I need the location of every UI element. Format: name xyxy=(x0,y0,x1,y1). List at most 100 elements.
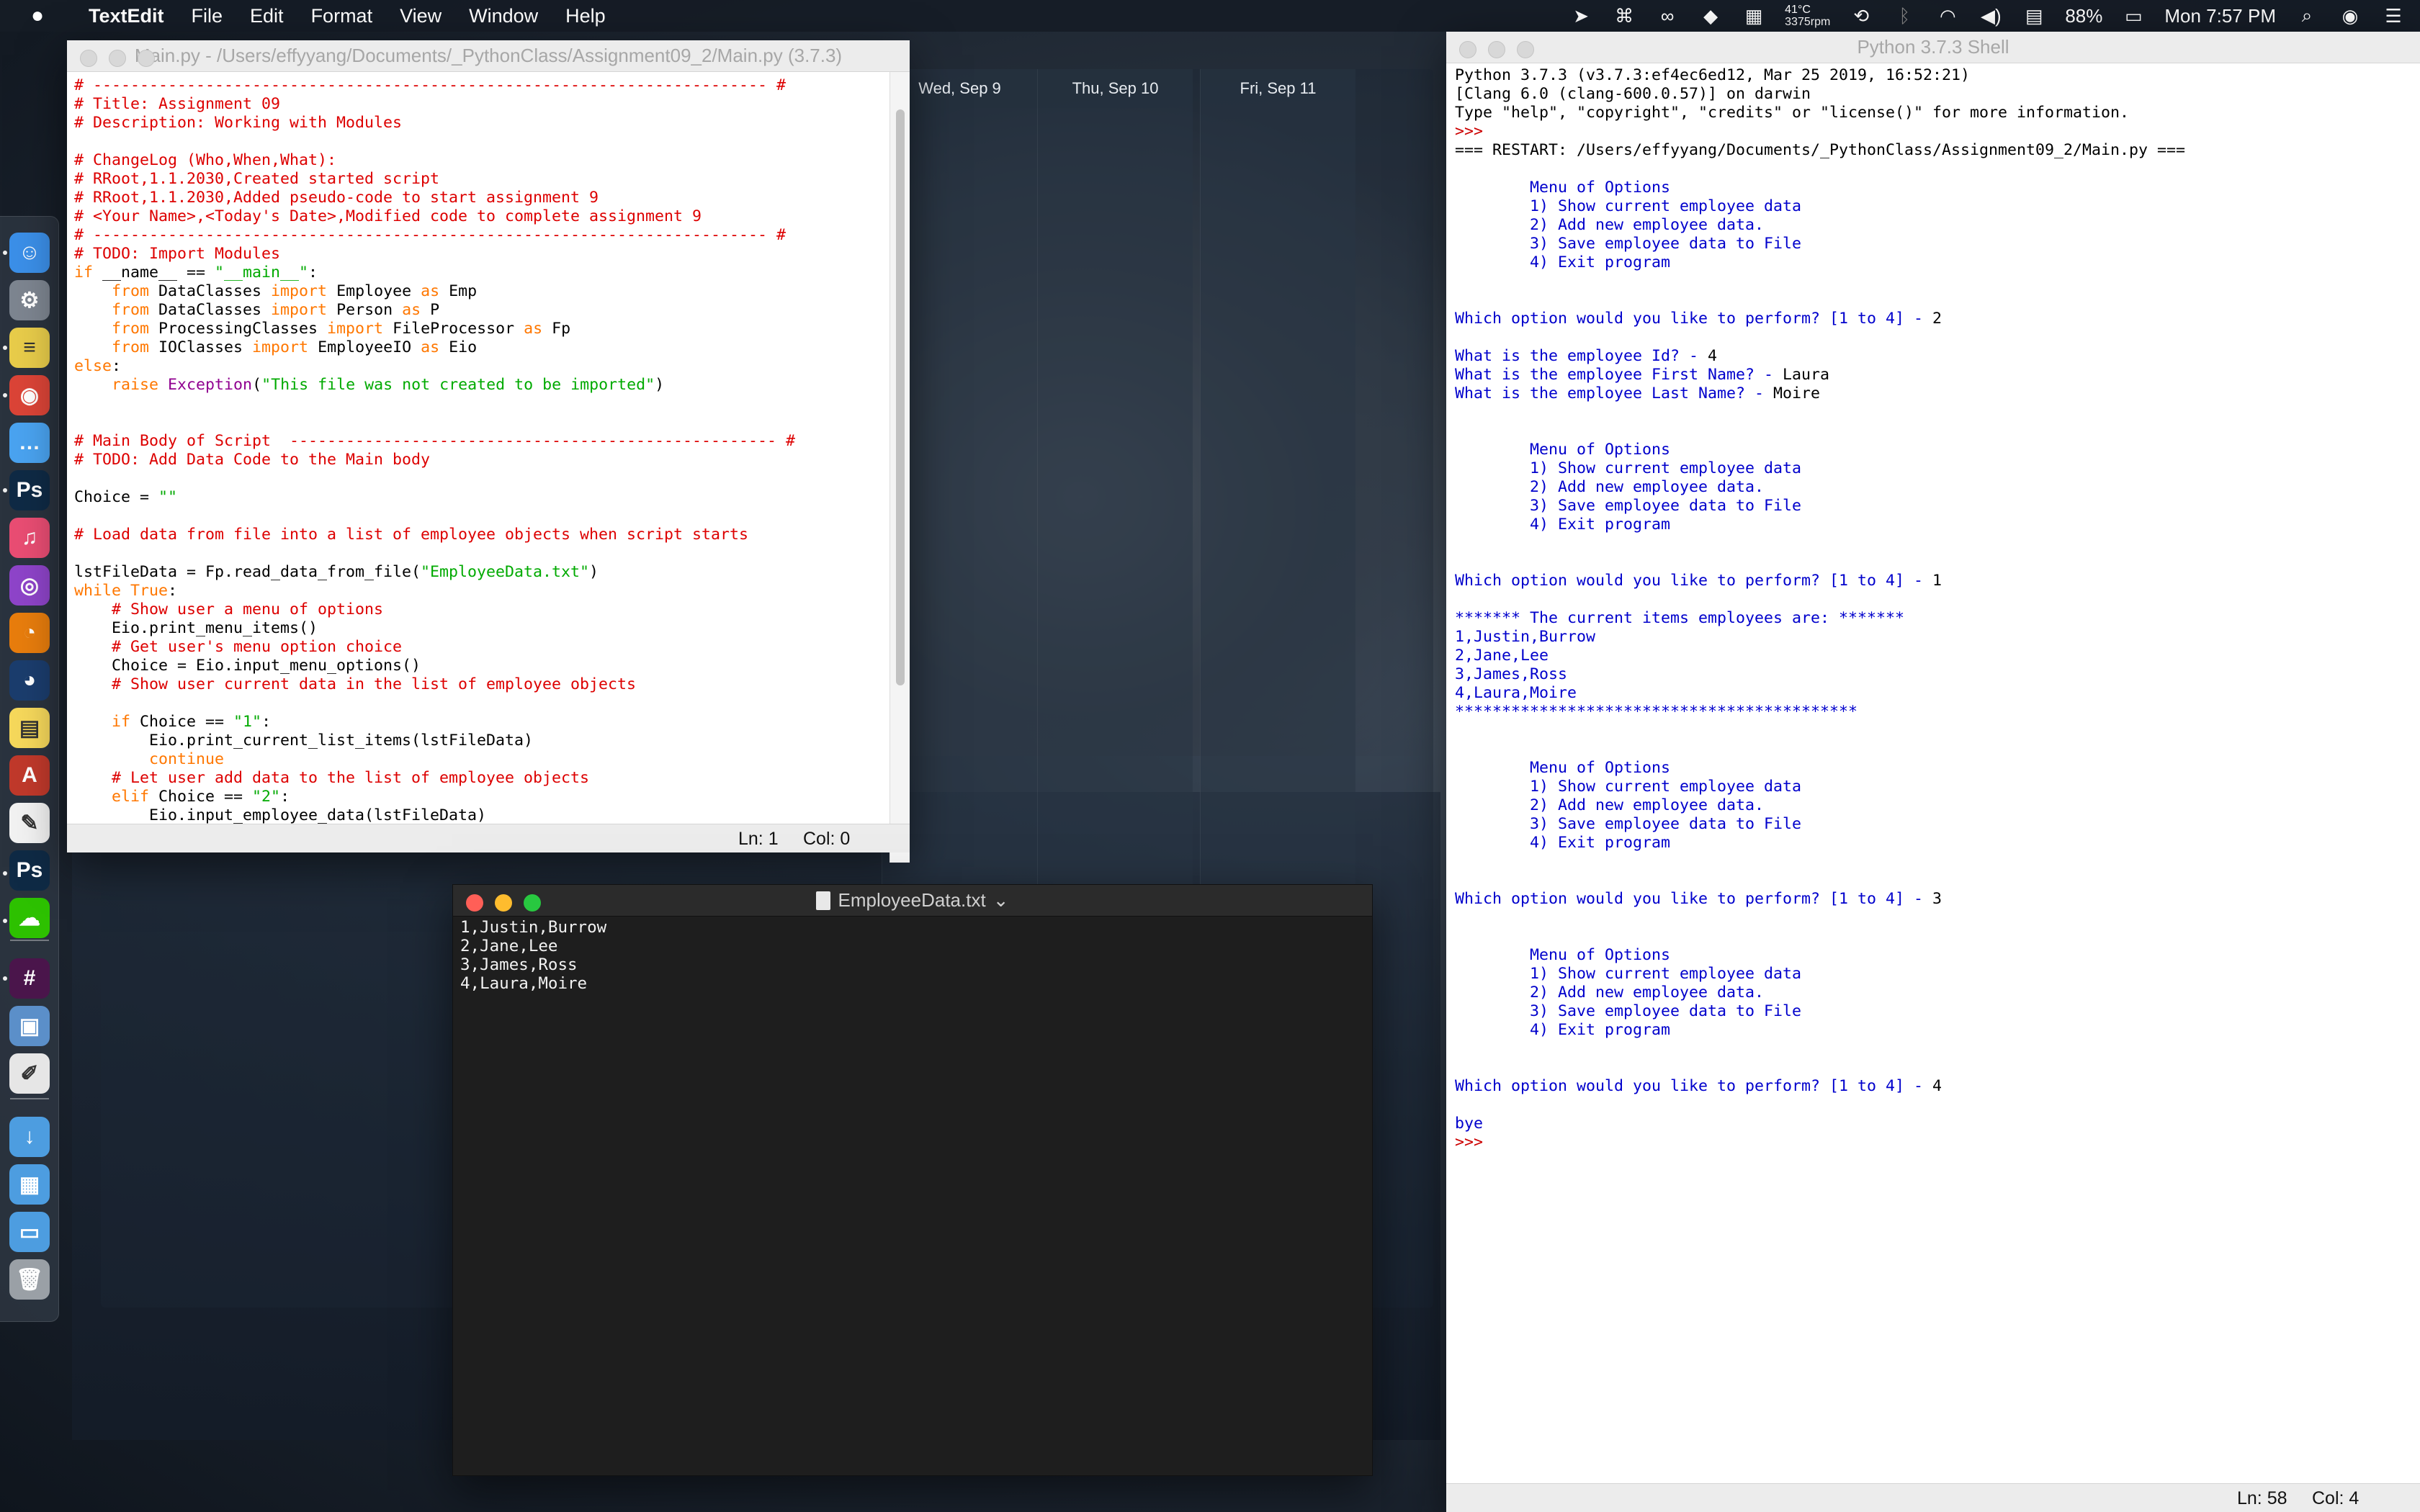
menu-help[interactable]: Help xyxy=(552,5,619,27)
vpn-icon[interactable]: ⌘ xyxy=(1612,5,1636,27)
chrome-icon[interactable]: ◉ xyxy=(9,375,50,415)
code-token: # --------------------------------------… xyxy=(74,226,786,244)
music-icon[interactable]: ♫ xyxy=(9,518,50,558)
code-token: Employee xyxy=(327,282,421,300)
blender-icon[interactable]: ◔ xyxy=(9,613,50,653)
battery-icon[interactable]: ▭ xyxy=(2121,5,2146,27)
code-editor[interactable]: # --------------------------------------… xyxy=(74,76,881,861)
editor-status-bar: Ln: 1 Col: 0 xyxy=(67,824,910,852)
dropbox-icon[interactable]: ◆ xyxy=(1698,5,1723,27)
editor-scrollbar[interactable] xyxy=(889,72,910,863)
menu-format[interactable]: Format xyxy=(297,5,387,27)
calendar-day-label: Fri, Sep 11 xyxy=(1240,79,1317,97)
trash-icon[interactable]: 🗑 xyxy=(9,1259,50,1300)
volume-icon[interactable]: ◀) xyxy=(1978,5,2003,27)
code-token: "" xyxy=(158,488,178,506)
photoshop-2-icon[interactable]: Ps xyxy=(9,850,50,891)
close-button[interactable] xyxy=(466,894,483,912)
code-token: # Main Body of Script ------------------… xyxy=(74,432,796,450)
code-line: 1) Show current employee data xyxy=(1455,965,2185,984)
location-arrow-icon[interactable]: ➤ xyxy=(1569,5,1593,27)
notes-icon[interactable]: ▤ xyxy=(9,708,50,748)
temperature-readout[interactable]: 41°C 3375rpm xyxy=(1785,4,1830,28)
code-token: import xyxy=(271,301,328,319)
textfile-titlebar[interactable]: EmployeeData.txt ⌄ xyxy=(453,885,1372,917)
code-token: ProcessingClasses xyxy=(149,320,328,338)
code-line: Which option would you like to perform? … xyxy=(1455,890,2185,909)
font-book-icon[interactable]: A xyxy=(9,755,50,796)
code-line: # Get user's menu option choice xyxy=(74,638,881,657)
time-machine-icon[interactable]: ⟲ xyxy=(1849,5,1873,27)
dock-separator xyxy=(10,1098,49,1099)
textedit-icon[interactable]: ✎ xyxy=(9,803,50,843)
stickies-icon[interactable]: ≡ xyxy=(9,328,50,368)
menu-view[interactable]: View xyxy=(386,5,455,27)
code-token: 2) Add new employee data. xyxy=(1455,216,1765,234)
us-flag-input-icon[interactable]: ▤ xyxy=(2022,5,2046,27)
close-button[interactable] xyxy=(1459,41,1476,58)
finder-icon[interactable]: ☺ xyxy=(9,233,50,273)
menu-clock[interactable]: Mon 7:57 PM xyxy=(2164,5,2276,27)
editor-scroll-thumb[interactable] xyxy=(896,109,905,685)
battery-percentage[interactable]: 88% xyxy=(2065,5,2102,27)
documents-folder-icon[interactable]: ▭ xyxy=(9,1212,50,1252)
spotlight-search-icon[interactable]: ⌕ xyxy=(2295,4,2319,27)
code-token: Menu of Options xyxy=(1455,441,1671,459)
zoom-button[interactable] xyxy=(524,894,541,912)
shell-output[interactable]: Python 3.7.3 (v3.7.3:ef4ec6ed12, Mar 25 … xyxy=(1455,66,2185,1152)
code-line: else: xyxy=(74,357,881,376)
podcasts-icon[interactable]: ◎ xyxy=(9,565,50,606)
grid-app-icon[interactable]: ▦ xyxy=(1742,5,1766,27)
textfile-title-group[interactable]: EmployeeData.txt ⌄ xyxy=(453,889,1372,912)
minimize-button[interactable] xyxy=(495,894,512,912)
menu-edit[interactable]: Edit xyxy=(236,5,297,27)
code-line: What is the employee Last Name? - Moire xyxy=(1455,384,2185,403)
preview-icon[interactable]: ▣ xyxy=(9,1006,50,1046)
slack-icon[interactable]: # xyxy=(9,958,50,999)
code-token: 4) Exit program xyxy=(1455,834,1671,852)
chevron-down-icon[interactable]: ⌄ xyxy=(993,889,1009,912)
minimize-button[interactable] xyxy=(1488,41,1505,58)
wechat-icon[interactable]: ☁ xyxy=(9,898,50,938)
system-preferences-icon[interactable]: ⚙ xyxy=(9,280,50,320)
code-line: === RESTART: /Users/effyyang/Documents/_… xyxy=(1455,141,2185,160)
minimize-button[interactable] xyxy=(109,50,126,67)
code-token: [Clang 6.0 (clang-600.0.57)] on darwin xyxy=(1455,85,1811,103)
close-button[interactable] xyxy=(80,50,97,67)
menu-app-name[interactable]: TextEdit xyxy=(75,5,178,27)
code-line: Choice = "" xyxy=(74,488,881,507)
code-line: # Title: Assignment 09 xyxy=(74,95,881,114)
code-line: # <Your Name>,<Today's Date>,Modified co… xyxy=(74,207,881,226)
menu-file[interactable]: File xyxy=(178,5,237,27)
zoom-button[interactable] xyxy=(1517,41,1534,58)
code-line: # ChangeLog (Who,When,What): xyxy=(74,151,881,170)
code-token: DataClasses xyxy=(149,301,272,319)
cinema4d-icon[interactable]: ◕ xyxy=(9,660,50,701)
applications-folder-icon[interactable]: ▦ xyxy=(9,1164,50,1205)
script-editor-icon[interactable]: ✐ xyxy=(9,1053,50,1094)
zoom-button[interactable] xyxy=(138,50,155,67)
code-token: import xyxy=(327,320,384,338)
creative-cloud-icon[interactable]: ∞ xyxy=(1655,5,1680,27)
editor-titlebar[interactable]: Main.py - /Users/effyyang/Documents/_Pyt… xyxy=(67,40,910,72)
code-token: Moire xyxy=(1773,384,1821,402)
notification-center-icon[interactable]: ☰ xyxy=(2381,5,2406,27)
textfile-content[interactable]: 1,Justin,Burrow 2,Jane,Lee 3,James,Ross 4,L… xyxy=(460,918,606,993)
wifi-icon[interactable]: ◠ xyxy=(1935,5,1960,27)
photoshop-icon[interactable]: Ps xyxy=(9,470,50,510)
downloads-folder-icon[interactable]: ↓ xyxy=(9,1117,50,1157)
shell-titlebar[interactable]: Python 3.7.3 Shell xyxy=(1446,32,2420,63)
siri-icon[interactable]: ◉ xyxy=(2338,5,2362,27)
bluetooth-icon[interactable]: ᛒ xyxy=(1892,5,1917,27)
apple-menu-icon[interactable]: ● xyxy=(0,4,75,28)
code-line: Choice = Eio.input_menu_options() xyxy=(74,657,881,675)
messages-icon[interactable]: … xyxy=(9,423,50,463)
code-token: Menu of Options xyxy=(1455,179,1671,197)
code-token: 1) Show current employee data xyxy=(1455,965,1802,983)
menu-window[interactable]: Window xyxy=(455,5,552,27)
